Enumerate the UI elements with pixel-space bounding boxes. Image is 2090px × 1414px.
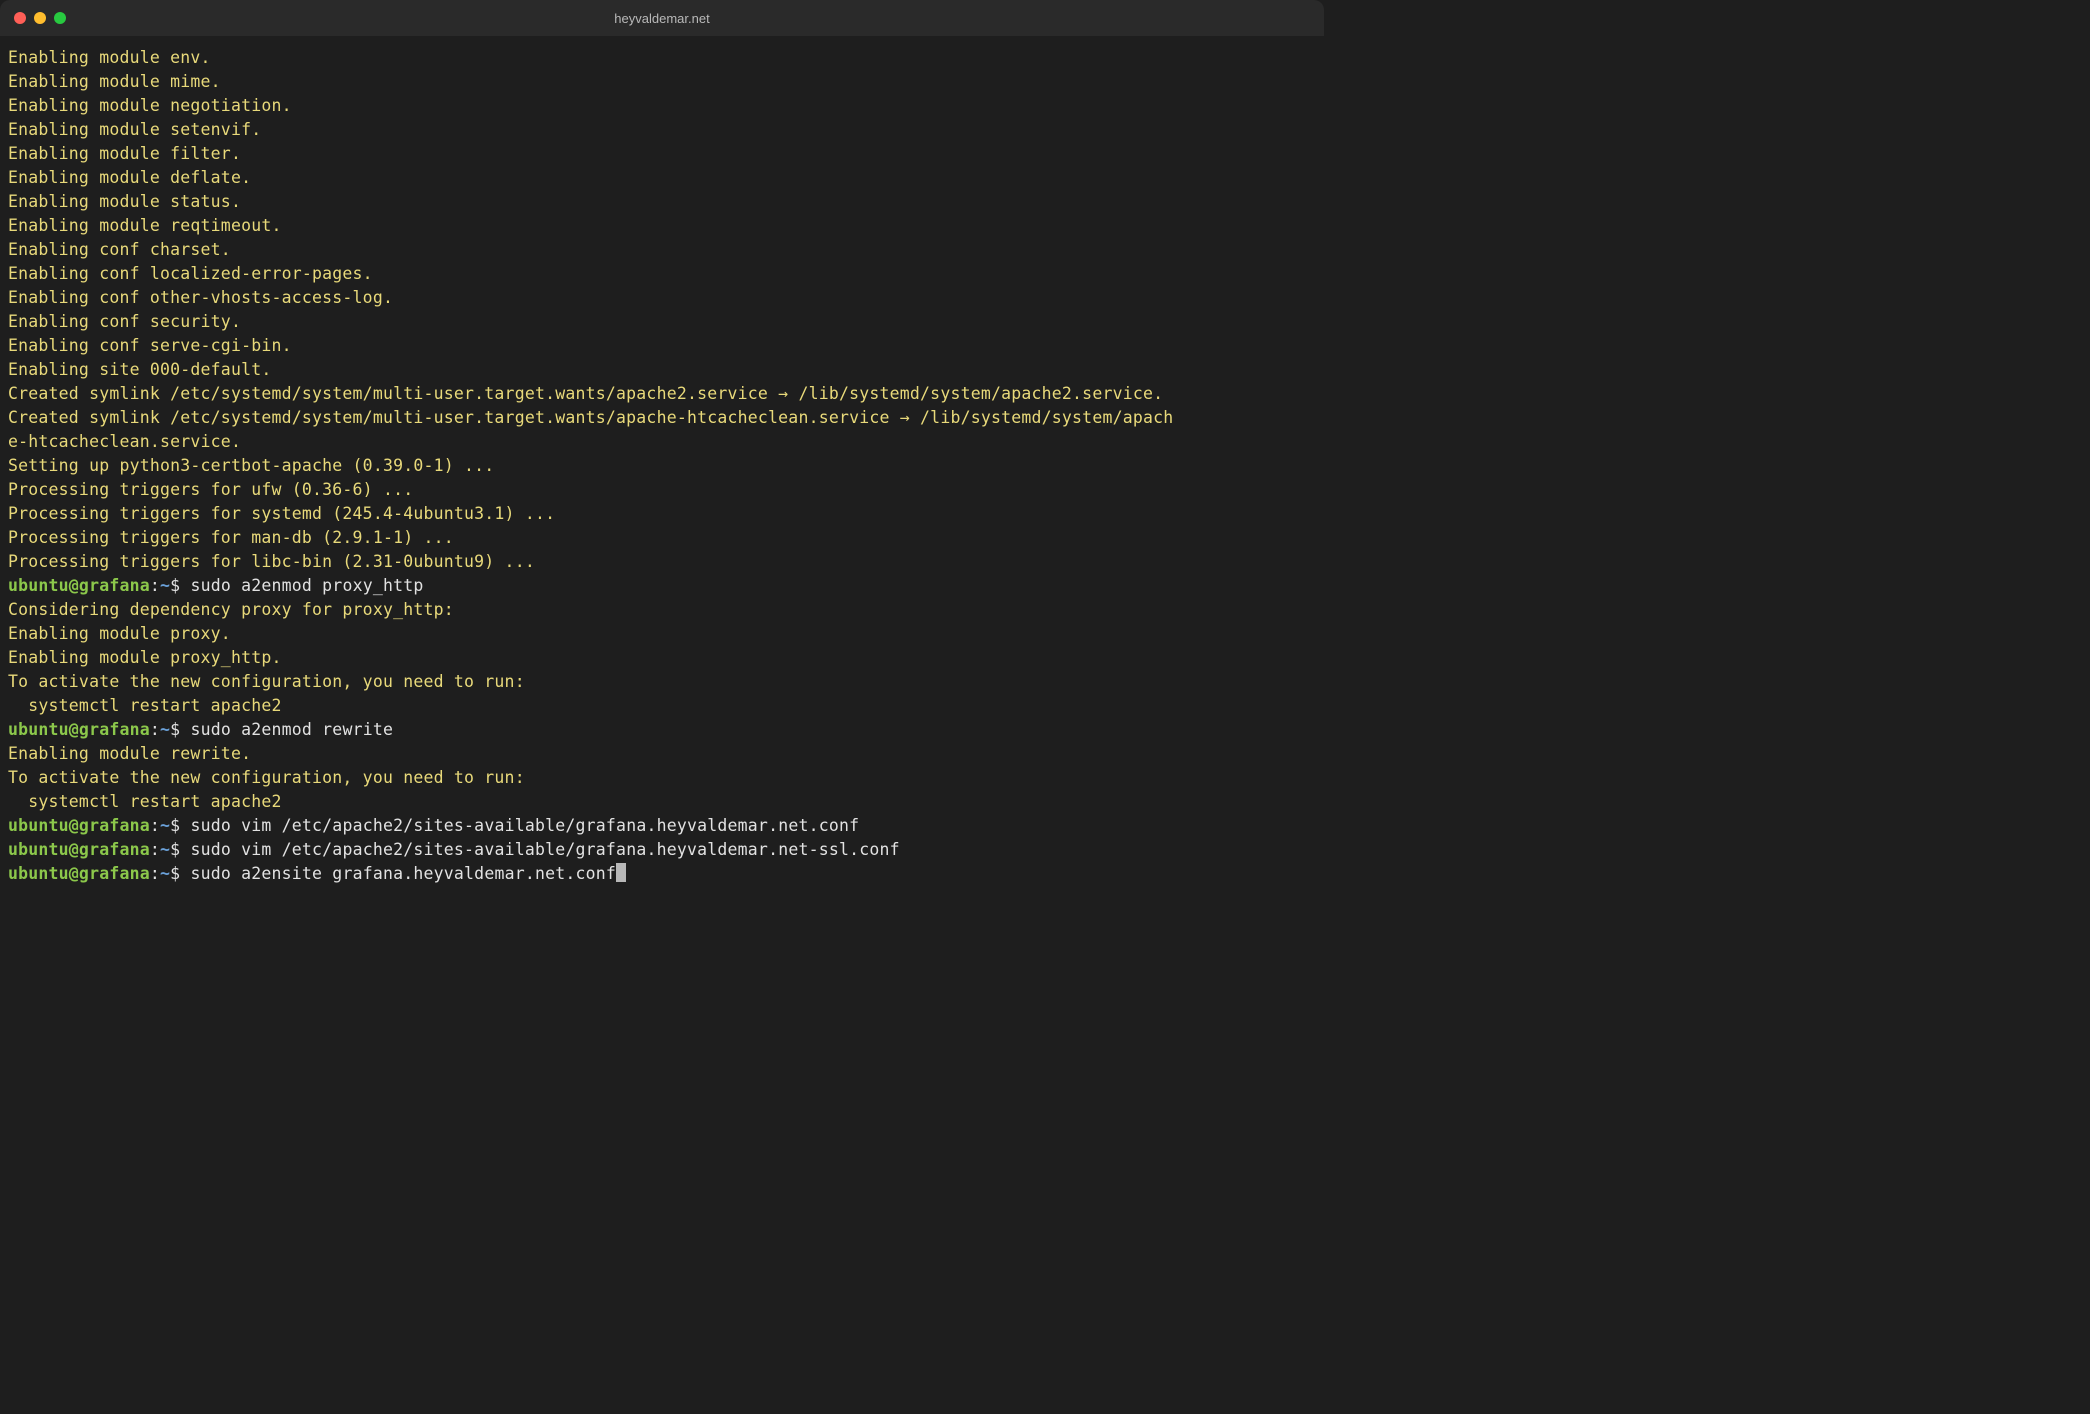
- prompt-path: ~: [160, 840, 170, 859]
- prompt-separator: :: [150, 864, 160, 883]
- prompt-path: ~: [160, 576, 170, 595]
- terminal-line: Processing triggers for systemd (245.4-4…: [8, 502, 1316, 526]
- prompt-separator: :: [150, 576, 160, 595]
- command-text: sudo a2ensite grafana.heyvaldemar.net.co…: [190, 864, 616, 883]
- terminal-line: Created symlink /etc/systemd/system/mult…: [8, 406, 1316, 430]
- prompt-separator: :: [150, 840, 160, 859]
- minimize-icon[interactable]: [34, 12, 46, 24]
- terminal-line: ubuntu@grafana:~$ sudo a2ensite grafana.…: [8, 862, 1316, 886]
- terminal-line: Enabling module reqtimeout.: [8, 214, 1316, 238]
- terminal-line: Enabling module filter.: [8, 142, 1316, 166]
- terminal-line: Processing triggers for libc-bin (2.31-0…: [8, 550, 1316, 574]
- prompt-path: ~: [160, 720, 170, 739]
- traffic-lights: [14, 12, 66, 24]
- terminal-line: Considering dependency proxy for proxy_h…: [8, 598, 1316, 622]
- terminal-line: Enabling conf serve-cgi-bin.: [8, 334, 1316, 358]
- terminal-line: Enabling module status.: [8, 190, 1316, 214]
- terminal-line: Enabling conf other-vhosts-access-log.: [8, 286, 1316, 310]
- cursor: [616, 863, 626, 882]
- window-title: heyvaldemar.net: [614, 11, 709, 26]
- prompt-user-host: ubuntu@grafana: [8, 816, 150, 835]
- terminal-line: Enabling conf charset.: [8, 238, 1316, 262]
- prompt-symbol: $: [170, 576, 190, 595]
- prompt-user-host: ubuntu@grafana: [8, 576, 150, 595]
- terminal-line: To activate the new configuration, you n…: [8, 670, 1316, 694]
- terminal-line: systemctl restart apache2: [8, 694, 1316, 718]
- command-text: sudo a2enmod rewrite: [190, 720, 393, 739]
- terminal-line: ubuntu@grafana:~$ sudo a2enmod proxy_htt…: [8, 574, 1316, 598]
- prompt-user-host: ubuntu@grafana: [8, 720, 150, 739]
- prompt-path: ~: [160, 864, 170, 883]
- terminal-line: Enabling module negotiation.: [8, 94, 1316, 118]
- terminal-line: Created symlink /etc/systemd/system/mult…: [8, 382, 1316, 406]
- terminal-line: Processing triggers for ufw (0.36-6) ...: [8, 478, 1316, 502]
- terminal-line: Enabling conf security.: [8, 310, 1316, 334]
- terminal-line: To activate the new configuration, you n…: [8, 766, 1316, 790]
- terminal-line: Enabling conf localized-error-pages.: [8, 262, 1316, 286]
- prompt-separator: :: [150, 816, 160, 835]
- prompt-symbol: $: [170, 816, 190, 835]
- command-text: sudo vim /etc/apache2/sites-available/gr…: [190, 840, 899, 859]
- terminal-line: ubuntu@grafana:~$ sudo a2enmod rewrite: [8, 718, 1316, 742]
- prompt-separator: :: [150, 720, 160, 739]
- maximize-icon[interactable]: [54, 12, 66, 24]
- command-text: sudo a2enmod proxy_http: [190, 576, 423, 595]
- terminal-line: Enabling module deflate.: [8, 166, 1316, 190]
- terminal-line: Enabling module setenvif.: [8, 118, 1316, 142]
- close-icon[interactable]: [14, 12, 26, 24]
- prompt-symbol: $: [170, 840, 190, 859]
- prompt-path: ~: [160, 816, 170, 835]
- command-text: sudo vim /etc/apache2/sites-available/gr…: [190, 816, 859, 835]
- window-titlebar: heyvaldemar.net: [0, 0, 1324, 36]
- terminal-line: Enabling module rewrite.: [8, 742, 1316, 766]
- prompt-symbol: $: [170, 864, 190, 883]
- terminal-line: e-htcacheclean.service.: [8, 430, 1316, 454]
- prompt-symbol: $: [170, 720, 190, 739]
- terminal-line: Enabling module env.: [8, 46, 1316, 70]
- terminal-output[interactable]: Enabling module env.Enabling module mime…: [0, 36, 1324, 894]
- terminal-line: ubuntu@grafana:~$ sudo vim /etc/apache2/…: [8, 814, 1316, 838]
- prompt-user-host: ubuntu@grafana: [8, 864, 150, 883]
- terminal-line: Enabling module mime.: [8, 70, 1316, 94]
- terminal-line: systemctl restart apache2: [8, 790, 1316, 814]
- prompt-user-host: ubuntu@grafana: [8, 840, 150, 859]
- terminal-line: Enabling site 000-default.: [8, 358, 1316, 382]
- terminal-line: Enabling module proxy_http.: [8, 646, 1316, 670]
- terminal-line: Enabling module proxy.: [8, 622, 1316, 646]
- terminal-line: ubuntu@grafana:~$ sudo vim /etc/apache2/…: [8, 838, 1316, 862]
- terminal-line: Setting up python3-certbot-apache (0.39.…: [8, 454, 1316, 478]
- terminal-line: Processing triggers for man-db (2.9.1-1)…: [8, 526, 1316, 550]
